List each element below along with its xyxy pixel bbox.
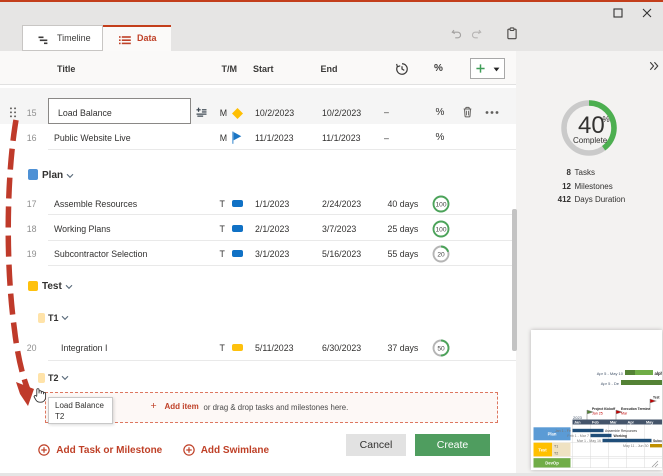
svg-text:Working: Working (614, 434, 628, 438)
svg-text:Mar: Mar (621, 412, 628, 416)
svg-text:Test: Test (538, 448, 547, 453)
svg-text:Project Kickoff: Project Kickoff (592, 407, 616, 411)
svg-text:Assemble Resources: Assemble Resources (605, 429, 637, 433)
svg-text:Jan 25: Jan 25 (592, 412, 603, 416)
svg-text:Apr: Apr (628, 421, 635, 425)
svg-text:alpha: alpha (655, 371, 663, 376)
svg-text:Apr 5 - May 10: Apr 5 - May 10 (597, 371, 624, 376)
svg-text:Jan: Jan (574, 421, 581, 425)
svg-text:Test: Test (653, 396, 660, 400)
svg-text:100: 100 (435, 201, 446, 208)
svg-text:Feb: Feb (592, 421, 599, 425)
svg-text:Subcont: Subcont (653, 439, 662, 443)
svg-text:Mar: Mar (610, 421, 617, 425)
svg-text:T1: T1 (554, 445, 558, 449)
svg-text:50: 50 (437, 345, 445, 352)
svg-text:Execution Termine: Execution Termine (621, 407, 650, 411)
svg-text:Mar 1 - May 16: Mar 1 - May 16 (577, 439, 601, 443)
svg-text:100: 100 (435, 226, 446, 233)
svg-text:May: May (646, 421, 654, 425)
svg-text:Apr 5 - De: Apr 5 - De (601, 381, 620, 386)
svg-text:20: 20 (437, 251, 445, 258)
svg-text:Feb 1 - Mar 7: Feb 1 - Mar 7 (567, 434, 589, 438)
svg-text:T2: T2 (554, 451, 558, 455)
svg-text:May 11 - Jun 30: May 11 - Jun 30 (623, 444, 649, 448)
svg-text:DevOp: DevOp (545, 460, 559, 465)
svg-text:Jan 1 - Fe: Jan 1 - Fe (555, 429, 571, 433)
svg-text:2023: 2023 (573, 415, 583, 420)
